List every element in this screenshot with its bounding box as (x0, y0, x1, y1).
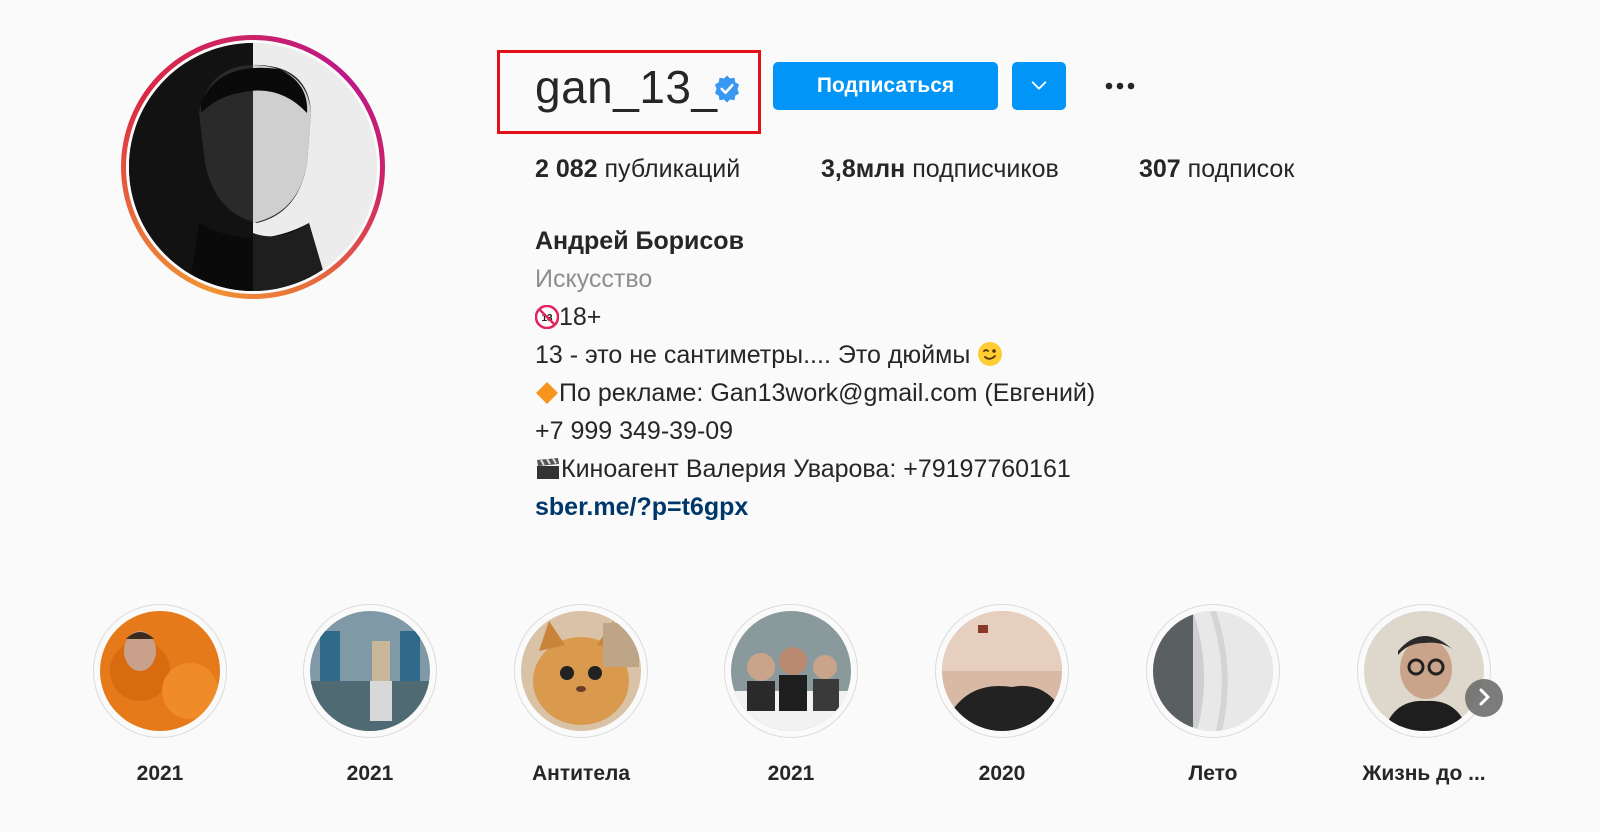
story-highlight[interactable]: 2020 (932, 604, 1072, 786)
username: gan_13_ (535, 61, 718, 113)
bio-ads-text: По рекламе: Gan13work@gmail.com (Евгений… (559, 379, 1096, 407)
bio-phone: +7 999 349-39-09 (535, 417, 734, 445)
winking-face-icon (978, 342, 1003, 366)
no-under-18-icon: 13 (535, 305, 559, 329)
bio-line-agent: Киноагент Валерия Уварова: +79197760161 (535, 450, 1095, 488)
follow-button[interactable]: Подписаться (773, 62, 998, 110)
highlight-label: 2021 (136, 762, 184, 785)
chevron-right-icon (1479, 688, 1490, 705)
highlight-label: 2021 (767, 762, 815, 785)
bio-line-age: 13 18+ (535, 298, 1095, 336)
highlight-ring (514, 604, 648, 738)
highlight-label: Антитела (531, 762, 631, 785)
clapper-board-icon (537, 457, 559, 479)
category-label: Искусство (535, 265, 653, 293)
highlight-ring (935, 604, 1069, 738)
orange-diamond-icon (536, 382, 558, 404)
story-highlight[interactable]: Антитела (511, 604, 651, 786)
highlight-thumbnail (521, 611, 641, 731)
highlight-ring (93, 604, 227, 738)
highlight-thumbnail (1153, 611, 1273, 731)
chevron-down-icon (1031, 80, 1047, 90)
highlight-label: Лето (1188, 762, 1238, 785)
bio-agent-text: Киноагент Валерия Уварова: +79197760161 (561, 455, 1071, 483)
story-highlight[interactable]: Лето (1143, 604, 1283, 786)
story-highlight[interactable]: 2021 (90, 604, 230, 786)
posts-stat: 2 082 публикаций (535, 155, 740, 184)
more-options-icon (1105, 82, 1135, 90)
posts-count: 2 082 (535, 155, 598, 183)
following-count: 307 (1139, 155, 1181, 183)
highlight-label: 2021 (346, 762, 394, 785)
following-label: подписок (1187, 155, 1295, 183)
bio-line-joke: 13 - это не сантиметры.... Это дюймы (535, 336, 1095, 374)
story-highlight[interactable]: 2021 (721, 604, 861, 786)
highlight-ring (303, 604, 437, 738)
bio-line-ads: По рекламе: Gan13work@gmail.com (Евгений… (535, 374, 1095, 412)
suggested-dropdown-button[interactable] (1012, 62, 1066, 110)
verified-badge-icon (715, 75, 739, 103)
highlight-thumbnail (731, 611, 851, 731)
highlight-thumbnail (1364, 611, 1484, 731)
highlight-ring (1146, 604, 1280, 738)
posts-label: публикаций (604, 155, 741, 183)
highlight-thumbnail (310, 611, 430, 731)
highlight-label: Жизнь до ... (1362, 762, 1486, 785)
highlight-ring (724, 604, 858, 738)
highlights-next-button[interactable] (1465, 679, 1503, 717)
bio-age-text: 18+ (559, 303, 602, 331)
highlight-ring (1357, 604, 1491, 738)
followers-label: подписчиков (912, 155, 1059, 183)
highlight-thumbnail (942, 611, 1062, 731)
highlight-thumbnail (100, 611, 220, 731)
avatar-image (129, 43, 377, 291)
full-name: Андрей Борисов (535, 227, 744, 255)
profile-avatar[interactable] (121, 35, 385, 299)
bio-joke-text: 13 - это не сантиметры.... Это дюймы (535, 341, 971, 369)
story-highlight[interactable]: 2021 (300, 604, 440, 786)
highlight-label: 2020 (978, 762, 1026, 785)
followers-count: 3,8млн (821, 155, 906, 183)
profile-bio: Андрей Борисов Искусство 13 18+ 13 - это… (535, 222, 1095, 526)
following-stat[interactable]: 307 подписок (1139, 155, 1294, 184)
profile-link[interactable]: sber.me/?p=t6gpx (535, 493, 748, 521)
followers-stat[interactable]: 3,8млн подписчиков (821, 155, 1059, 184)
avatar-portrait (129, 43, 377, 291)
more-options-button[interactable] (1094, 70, 1135, 100)
